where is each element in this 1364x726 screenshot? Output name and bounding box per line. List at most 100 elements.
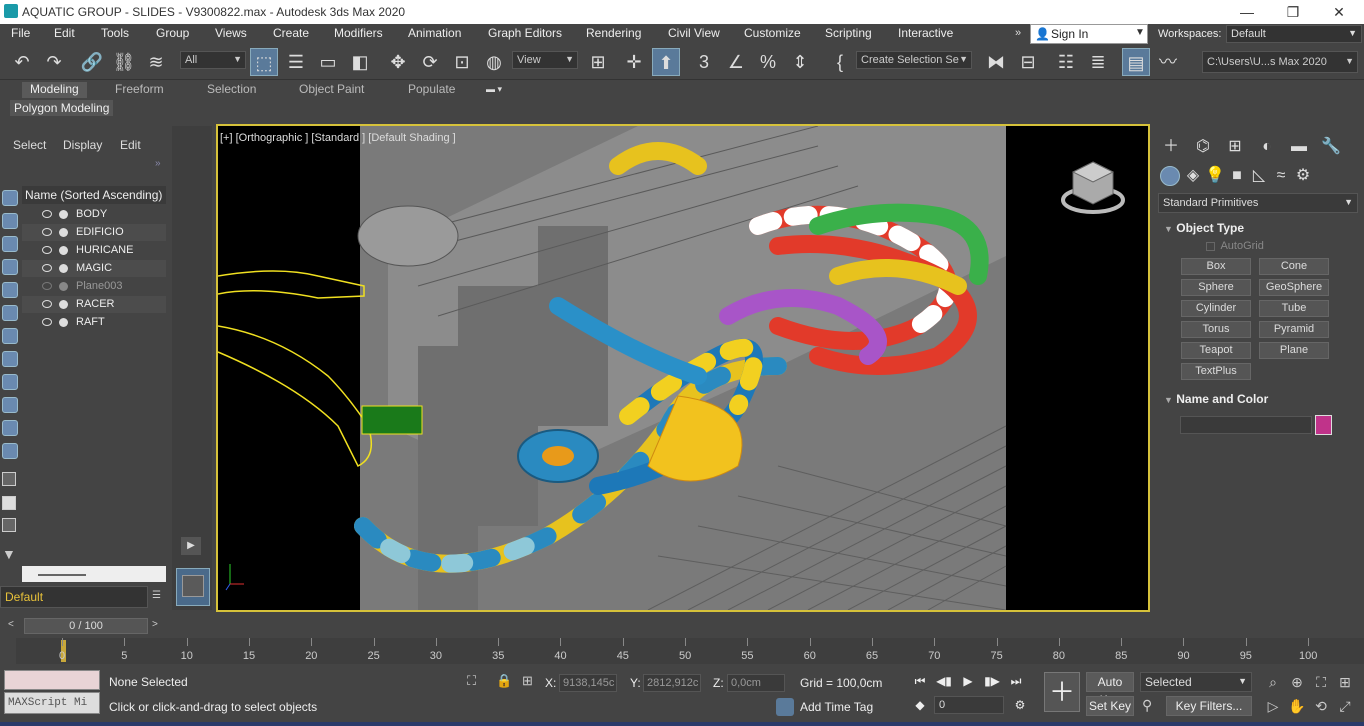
eye-icon[interactable] (42, 318, 52, 326)
scrollbar-thumb[interactable] (38, 574, 86, 576)
select-by-name-icon[interactable]: ☰ (282, 48, 310, 76)
scene-explorer-toggle-icon[interactable]: ☷ (1052, 48, 1080, 76)
ribbon-tab-selection[interactable]: Selection (199, 82, 264, 98)
display-invert-icon[interactable] (2, 518, 16, 532)
menu-tools[interactable]: Tools (101, 26, 129, 40)
freeze-icon[interactable] (59, 228, 68, 237)
eye-icon[interactable] (42, 264, 52, 272)
motion-tab-icon[interactable]: ◐ (1256, 136, 1278, 158)
shapes-icon[interactable]: ◈ (1182, 165, 1204, 187)
cameras-icon[interactable]: ■ (1226, 165, 1248, 187)
menu-modifiers[interactable]: Modifiers (334, 26, 383, 40)
hierarchy-tab-icon[interactable]: ⊞ (1224, 136, 1246, 158)
set-keys-icon[interactable]: ＋ (1044, 672, 1080, 712)
freeze-icon[interactable] (59, 264, 68, 273)
space-warps-icon[interactable]: ≈ (1270, 165, 1292, 187)
cone-button[interactable]: Cone (1259, 258, 1329, 275)
menu-civil-view[interactable]: Civil View (668, 26, 720, 40)
display-cameras-icon[interactable] (2, 259, 18, 275)
key-filter-icon[interactable]: ⚲ (1142, 697, 1152, 714)
key-filters-button[interactable]: Key Filters... (1166, 696, 1252, 716)
menu-customize[interactable]: Customize (744, 26, 801, 40)
display-all-icon[interactable] (2, 472, 16, 486)
eye-icon[interactable] (42, 282, 52, 290)
maximize-button[interactable]: ❐ (1270, 0, 1316, 24)
maxscript-mini-listener[interactable]: MAXScript Mi (4, 692, 100, 714)
geosphere-button[interactable]: GeoSphere (1259, 279, 1329, 296)
zoom-all-icon[interactable]: ⊕ (1287, 672, 1307, 692)
utilities-tab-icon[interactable]: 🔧 (1320, 136, 1342, 158)
next-frame-icon[interactable]: > (152, 619, 158, 630)
absolute-mode-icon[interactable]: ⊞ (522, 673, 533, 689)
select-manipulate-icon[interactable]: ✛ (620, 48, 648, 76)
display-shapes-icon[interactable] (2, 213, 18, 229)
ribbon-tab-modeling[interactable]: Modeling (22, 82, 87, 98)
list-item[interactable]: EDIFICIO (22, 224, 166, 241)
pan-icon[interactable]: ✋ (1287, 696, 1307, 716)
scale-icon[interactable]: ⊡ (448, 48, 476, 76)
next-frame-icon[interactable]: ▮▶ (982, 672, 1002, 690)
place-icon[interactable]: ◍ (480, 48, 508, 76)
prev-frame-icon[interactable]: < (8, 619, 14, 630)
time-configuration-icon[interactable]: ⚙ (1010, 696, 1030, 714)
keyboard-shortcut-override-icon[interactable]: ⬆ (652, 48, 680, 76)
menu-scripting[interactable]: Scripting (825, 26, 872, 40)
textplus-button[interactable]: TextPlus (1181, 363, 1251, 380)
display-containers-icon[interactable] (2, 397, 18, 413)
snaps-toggle-icon[interactable]: 3 (690, 48, 718, 76)
selection-filter-select[interactable]: All ▼ (180, 51, 246, 69)
menu-group[interactable]: Group (156, 26, 189, 40)
angle-snap-icon[interactable]: ∠ (722, 48, 750, 76)
curve-editor-icon[interactable]: 〰 (1154, 48, 1182, 76)
pivot-icon[interactable]: ⊞ (584, 48, 612, 76)
menu-views[interactable]: Views (215, 26, 247, 40)
zoom-icon[interactable]: ⌕ (1263, 672, 1283, 692)
torus-button[interactable]: Torus (1181, 321, 1251, 338)
lights-icon[interactable]: 💡 (1204, 165, 1226, 187)
box-button[interactable]: Box (1181, 258, 1251, 275)
zoom-extents-icon[interactable]: ⛶ (1311, 672, 1331, 692)
time-slider[interactable]: 0 / 100 (24, 618, 148, 634)
maxscript-listener[interactable] (4, 670, 100, 690)
y-coordinate-field[interactable]: 2812,912c (643, 674, 701, 692)
viewport-layout-icon[interactable] (176, 568, 210, 606)
ribbon-tab-freeform[interactable]: Freeform (107, 82, 172, 98)
scene-render[interactable] (217, 125, 1148, 611)
add-time-tag[interactable]: Add Time Tag (800, 700, 873, 714)
geometry-icon[interactable] (1160, 166, 1180, 186)
list-item[interactable]: HURICANE (22, 242, 166, 259)
plane-button[interactable]: Plane (1259, 342, 1329, 359)
display-hidden-icon[interactable] (2, 443, 18, 459)
minimize-button[interactable]: — (1224, 0, 1270, 24)
tube-button[interactable]: Tube (1259, 300, 1329, 317)
layer-explorer-icon[interactable]: ≣ (1084, 48, 1112, 76)
object-type-rollout[interactable]: ▼ Object Type (1158, 221, 1352, 235)
scene-explorer-tab-select[interactable]: Select (13, 138, 46, 152)
set-key-button[interactable]: Set Key (1086, 696, 1134, 716)
close-button[interactable]: ✕ (1316, 0, 1362, 24)
named-selection-select[interactable]: Create Selection Se ▼ (856, 51, 972, 69)
menu-interactive[interactable]: Interactive (898, 26, 953, 40)
viewcube[interactable] (1060, 160, 1126, 216)
menu-animation[interactable]: Animation (408, 26, 461, 40)
scene-explorer-tab-edit[interactable]: Edit (120, 138, 141, 152)
layer-field[interactable]: Default (0, 586, 148, 608)
teapot-button[interactable]: Teapot (1181, 342, 1251, 359)
menu-file[interactable]: File (11, 26, 30, 40)
ribbon-tab-object-paint[interactable]: Object Paint (291, 82, 372, 98)
viewport-label[interactable]: [+] [Orthographic ] [Standard ] [Default… (220, 132, 456, 144)
spinner-snap-icon[interactable]: ⇕ (786, 48, 814, 76)
freeze-icon[interactable] (59, 210, 68, 219)
play-animation-icon[interactable]: ▶ (958, 672, 978, 690)
list-item[interactable]: Plane003 (22, 278, 166, 295)
ribbon-options-icon[interactable]: ▬ ▾ (486, 84, 508, 96)
key-mode-select[interactable]: Selected ▼ (1140, 672, 1252, 692)
menu-create[interactable]: Create (273, 26, 309, 40)
display-geometry-icon[interactable] (2, 190, 18, 206)
scene-explorer-scrollbar[interactable] (22, 566, 166, 582)
unlink-icon[interactable]: ⛓ (110, 48, 138, 76)
eye-icon[interactable] (42, 228, 52, 236)
key-mode-icon[interactable]: ◆ (910, 696, 930, 714)
orbit-icon[interactable]: ⟲ (1311, 696, 1331, 716)
eye-icon[interactable] (42, 300, 52, 308)
